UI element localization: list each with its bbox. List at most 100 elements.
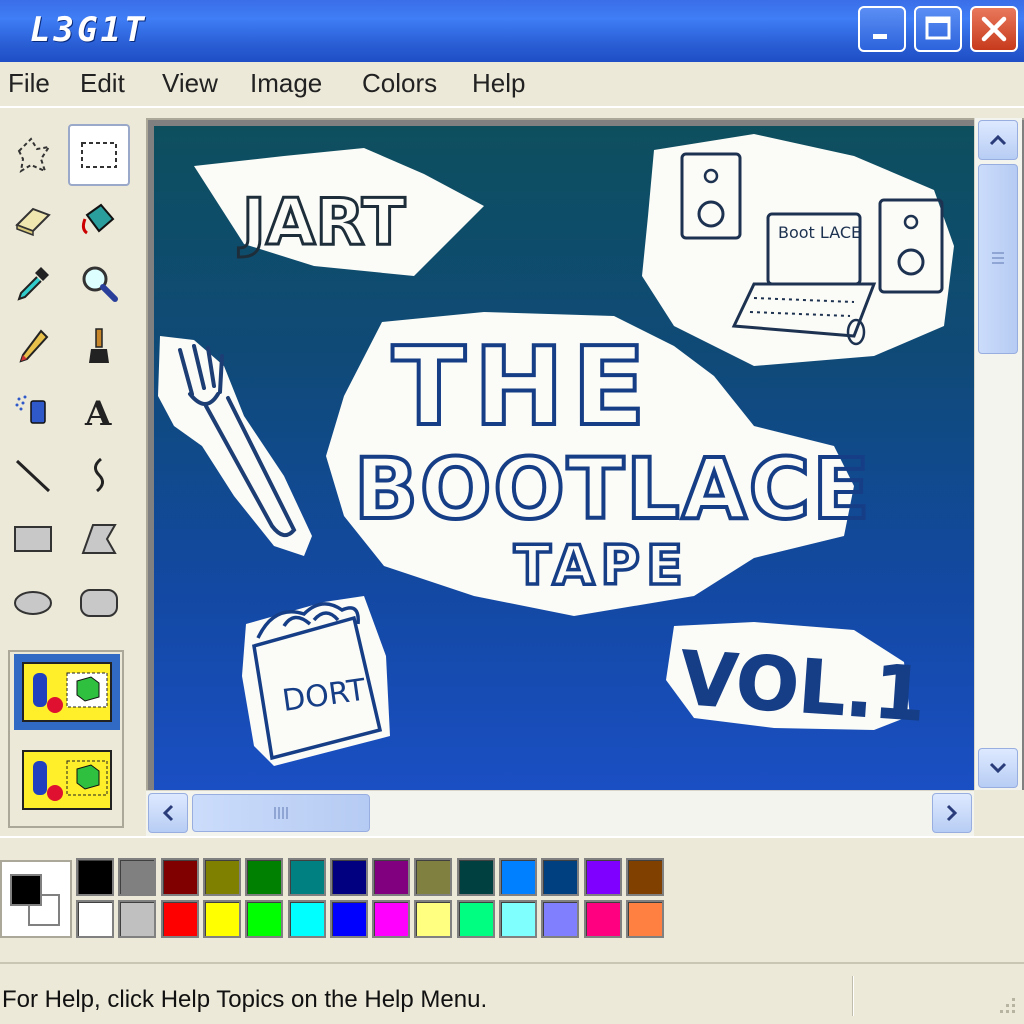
palette-swatches [76,858,676,942]
color-swatch[interactable] [625,858,664,896]
color-swatch[interactable] [541,900,580,938]
tool-box: A [0,112,142,834]
airbrush-tool[interactable] [2,380,64,442]
magnifier-icon [82,266,118,302]
scroll-up-button[interactable] [978,120,1018,160]
color-swatch[interactable] [456,858,495,896]
color-swatch[interactable] [76,900,114,938]
canvas-area: JART Boot LACE THE BOOTLACE TAPE DORT VO… [146,118,1024,836]
magnifier-tool[interactable] [68,252,130,314]
color-swatch[interactable] [245,900,284,938]
rectangle-icon [14,526,52,552]
polygon-tool[interactable] [68,508,130,570]
color-swatch[interactable] [160,900,199,938]
color-swatch[interactable] [583,858,622,896]
curve-icon [94,457,104,493]
pencil-tool[interactable] [2,316,64,378]
polygon-icon [81,524,117,554]
scroll-down-button[interactable] [978,748,1018,788]
menu-colors[interactable]: Colors [362,68,437,99]
pencil-icon [19,329,49,363]
color-swatch[interactable] [583,900,622,938]
menu-edit[interactable]: Edit [80,68,125,99]
title-bar[interactable]: L3G1T [0,0,1024,62]
ellipse-tool[interactable] [2,572,64,634]
color-swatch[interactable] [118,858,157,896]
menu-file[interactable]: File [8,68,50,99]
svg-text:A: A [84,394,112,433]
jart-text: JART [238,186,406,260]
opaque-selection-option[interactable] [14,654,120,730]
status-help-text: For Help, click Help Topics on the Help … [2,986,488,1013]
laptop-screen-text: Boot LACE [778,223,861,242]
vol-text: VOL.1 [677,636,928,739]
horizontal-scrollbar[interactable] [146,790,974,836]
curve-tool[interactable] [68,444,130,506]
grip-icon [274,807,288,819]
grip-icon [992,252,1004,264]
drawing-canvas[interactable]: JART Boot LACE THE BOOTLACE TAPE DORT VO… [154,126,976,792]
chevron-left-icon [162,804,174,822]
text-tool[interactable]: A [68,380,130,442]
free-form-select-tool[interactable] [2,124,64,186]
brush-tool[interactable] [68,316,130,378]
color-swatch[interactable] [499,900,537,938]
color-swatch[interactable] [202,858,241,896]
fill-tool[interactable] [68,188,130,250]
chevron-up-icon [989,134,1007,146]
color-swatch[interactable] [160,858,199,896]
color-swatch[interactable] [245,858,284,896]
scroll-left-button[interactable] [148,793,188,833]
status-bar: For Help, click Help Topics on the Help … [0,962,1024,1024]
color-swatch[interactable] [541,858,580,896]
resize-grip-icon[interactable] [990,992,1020,1022]
ellipse-icon [14,591,52,615]
color-swatch[interactable] [329,858,368,896]
color-swatch[interactable] [287,900,326,938]
text-icon: A [84,394,112,433]
menu-help[interactable]: Help [472,68,525,99]
color-swatch[interactable] [202,900,241,938]
transparent-selection-option[interactable] [14,742,120,818]
color-swatch[interactable] [414,900,453,938]
color-swatch[interactable] [372,858,411,896]
window-title: L3G1T [30,10,148,50]
color-swatch[interactable] [76,858,114,896]
vertical-scroll-thumb[interactable] [978,164,1018,354]
vertical-scrollbar[interactable] [974,118,1022,790]
eraser-tool[interactable] [2,188,64,250]
minimize-icon [873,34,887,39]
rounded-rectangle-tool[interactable] [68,572,130,634]
free-form-select-icon [17,137,52,173]
color-swatch[interactable] [287,858,326,896]
maximize-button[interactable] [914,6,962,52]
color-swatch[interactable] [456,900,495,938]
pick-color-tool[interactable] [2,252,64,314]
color-swatch[interactable] [118,900,157,938]
paint-bucket-icon [81,203,115,235]
foreground-color[interactable] [10,874,42,906]
line-tool[interactable] [2,444,64,506]
menu-bar: File Edit View Image Colors Help [0,62,1024,108]
minimize-button[interactable] [858,6,906,52]
menu-view[interactable]: View [162,68,218,99]
scroll-right-button[interactable] [932,793,972,833]
color-swatch[interactable] [372,900,411,938]
color-swatch[interactable] [329,900,368,938]
color-swatch[interactable] [625,900,664,938]
artwork: JART Boot LACE THE BOOTLACE TAPE DORT VO… [158,134,954,766]
menu-image[interactable]: Image [250,68,322,99]
color-swatch[interactable] [499,858,537,896]
maximize-icon [925,16,951,40]
current-colors[interactable] [0,860,72,938]
status-divider [852,976,854,1016]
color-swatch[interactable] [414,858,453,896]
select-tool[interactable] [68,124,130,186]
tool-options [8,650,124,828]
chevron-down-icon [989,762,1007,774]
rectangle-tool[interactable] [2,508,64,570]
close-button[interactable] [970,6,1018,52]
eraser-icon [15,207,51,237]
title-tape: TAPE [514,534,689,597]
horizontal-scroll-thumb[interactable] [192,794,370,832]
